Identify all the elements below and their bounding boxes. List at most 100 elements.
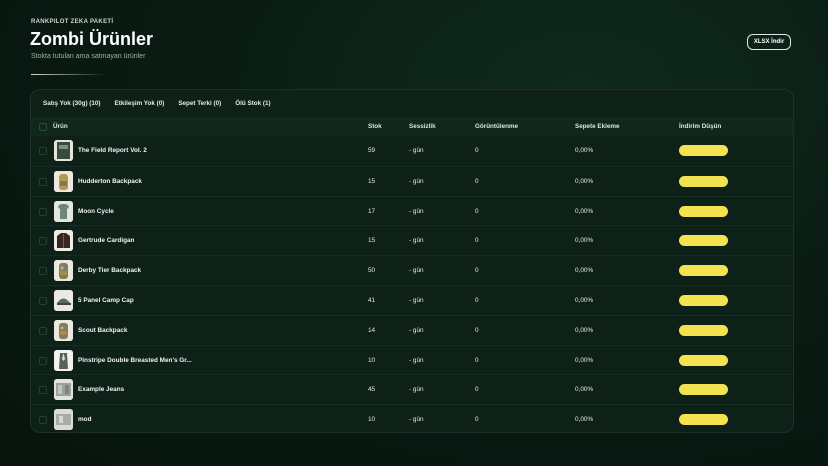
product-thumbnail <box>54 170 73 192</box>
discount-action-button[interactable] <box>679 384 728 396</box>
views-value: 0 <box>475 237 479 245</box>
column-header-silence: Sessizlik <box>409 123 436 130</box>
product-thumbnail <box>54 230 73 252</box>
tab-no-engagement[interactable]: Etkileşim Yok (0) <box>115 100 165 107</box>
row-checkbox[interactable] <box>39 177 47 186</box>
product-name[interactable]: 5 Panel Camp Cap <box>78 297 134 304</box>
stock-value: 10 <box>368 356 376 364</box>
row-checkbox[interactable] <box>39 386 47 395</box>
product-thumbnail <box>54 260 73 282</box>
brand-eyebrow: RANKPILOT ZEKA PAKETİ <box>31 19 114 25</box>
table-row[interactable]: 5 Panel Camp Cap 41 - gün 0 0,00% <box>31 284 793 315</box>
cart-add-value: 0,00% <box>575 296 594 304</box>
views-value: 0 <box>475 326 479 334</box>
export-xlsx-button[interactable]: XLSX İndir <box>747 34 791 50</box>
row-checkbox[interactable] <box>39 356 47 365</box>
views-value: 0 <box>475 177 479 185</box>
tab-cart-abandon[interactable]: Sepet Terki (0) <box>178 100 221 107</box>
table-row[interactable]: mod 10 - gün 0 0,00% <box>31 404 793 432</box>
product-name[interactable]: Gertrude Cardigan <box>78 237 134 244</box>
row-checkbox[interactable] <box>39 296 47 305</box>
stock-value: 15 <box>368 237 376 245</box>
product-name[interactable]: Derby Tier Backpack <box>78 267 141 274</box>
views-value: 0 <box>475 296 479 304</box>
product-thumbnail <box>54 379 73 401</box>
silence-value: - gün <box>409 386 424 394</box>
cart-add-value: 0,00% <box>575 177 594 185</box>
row-checkbox[interactable] <box>39 326 47 335</box>
tab-dead-stock[interactable]: Ölü Stok (1) <box>235 100 270 107</box>
table-header: Ürün Stok Sessizlik Görüntülenme Sepete … <box>31 117 793 136</box>
stock-value: 15 <box>368 177 376 185</box>
product-thumbnail <box>54 289 73 311</box>
product-name[interactable]: mod <box>78 416 92 423</box>
row-checkbox[interactable] <box>39 267 47 276</box>
products-panel: Satış Yok (30g) (10) Etkileşim Yok (0) S… <box>30 89 794 433</box>
product-name[interactable]: Moon Cycle <box>78 208 114 215</box>
table-row[interactable]: Pinstripe Double Breasted Men's Gr... 10 -… <box>31 344 793 375</box>
select-all-checkbox[interactable] <box>39 123 47 131</box>
cart-add-value: 0,00% <box>575 237 594 245</box>
product-thumbnail <box>54 409 73 431</box>
filter-tabs: Satış Yok (30g) (10) Etkileşim Yok (0) S… <box>43 100 285 107</box>
discount-action-button[interactable] <box>679 324 728 336</box>
stock-value: 14 <box>368 326 376 334</box>
column-header-discount: İndirim Düşün <box>679 123 722 130</box>
column-header-views: Görüntülenme <box>475 123 519 130</box>
discount-action-button[interactable] <box>679 294 728 306</box>
discount-action-button[interactable] <box>679 145 728 156</box>
product-name[interactable]: Pinstripe Double Breasted Men's Gr... <box>78 357 192 364</box>
product-name[interactable]: The Field Report Vol. 2 <box>78 147 147 154</box>
cart-add-value: 0,00% <box>575 147 594 154</box>
product-name[interactable]: Hudderton Backpack <box>78 178 142 185</box>
cart-add-value: 0,00% <box>575 326 594 334</box>
silence-value: - gün <box>409 147 424 154</box>
cart-add-value: 0,00% <box>575 416 594 424</box>
row-checkbox[interactable] <box>39 147 47 155</box>
table-row[interactable]: Scout Backpack 14 - gün 0 0,00% <box>31 314 793 345</box>
silence-value: - gün <box>409 326 424 334</box>
discount-action-button[interactable] <box>679 175 728 187</box>
title-underline <box>31 74 106 75</box>
silence-value: - gün <box>409 177 424 185</box>
discount-action-button[interactable] <box>679 235 728 247</box>
row-checkbox[interactable] <box>39 237 47 246</box>
row-checkbox[interactable] <box>39 416 47 425</box>
column-header-stock: Stok <box>368 123 382 130</box>
cart-add-value: 0,00% <box>575 207 594 215</box>
table-row[interactable]: Derby Tier Backpack 50 - gün 0 0,00% <box>31 255 793 285</box>
table-row[interactable]: The Field Report Vol. 2 59 - gün 0 0,00% <box>31 136 793 166</box>
cart-add-value: 0,00% <box>575 267 594 275</box>
views-value: 0 <box>475 207 479 215</box>
table-row[interactable]: Gertrude Cardigan 15 - gün 0 0,00% <box>31 225 793 255</box>
silence-value: - gün <box>409 356 424 364</box>
silence-value: - gün <box>409 296 424 304</box>
product-name[interactable]: Scout Backpack <box>78 327 127 334</box>
table-row[interactable]: Moon Cycle 17 - gün 0 0,00% <box>31 195 793 226</box>
table-row[interactable]: Hudderton Backpack 15 - gün 0 0,00% <box>31 165 793 196</box>
silence-value: - gün <box>409 237 424 245</box>
views-value: 0 <box>475 356 479 364</box>
discount-action-button[interactable] <box>679 354 728 366</box>
stock-value: 17 <box>368 207 376 215</box>
cart-add-value: 0,00% <box>575 356 594 364</box>
discount-action-button[interactable] <box>679 205 728 217</box>
stock-value: 59 <box>368 147 376 154</box>
views-value: 0 <box>475 386 479 394</box>
row-checkbox[interactable] <box>39 207 47 216</box>
page-title: Zombi Ürünler <box>30 29 154 49</box>
stock-value: 41 <box>368 296 376 304</box>
discount-action-button[interactable] <box>679 414 728 426</box>
views-value: 0 <box>475 267 479 275</box>
cart-add-value: 0,00% <box>575 386 594 394</box>
product-name[interactable]: Example Jeans <box>78 386 124 393</box>
tab-no-sales[interactable]: Satış Yok (30g) (10) <box>43 100 101 107</box>
column-header-cart-add: Sepete Ekleme <box>575 123 620 130</box>
product-thumbnail <box>54 319 73 341</box>
column-header-product: Ürün <box>53 123 68 130</box>
discount-action-button[interactable] <box>679 265 728 277</box>
stock-value: 50 <box>368 267 376 275</box>
table-row[interactable]: Example Jeans 45 - gün 0 0,00% <box>31 374 793 404</box>
silence-value: - gün <box>409 267 424 275</box>
product-thumbnail <box>54 140 73 161</box>
